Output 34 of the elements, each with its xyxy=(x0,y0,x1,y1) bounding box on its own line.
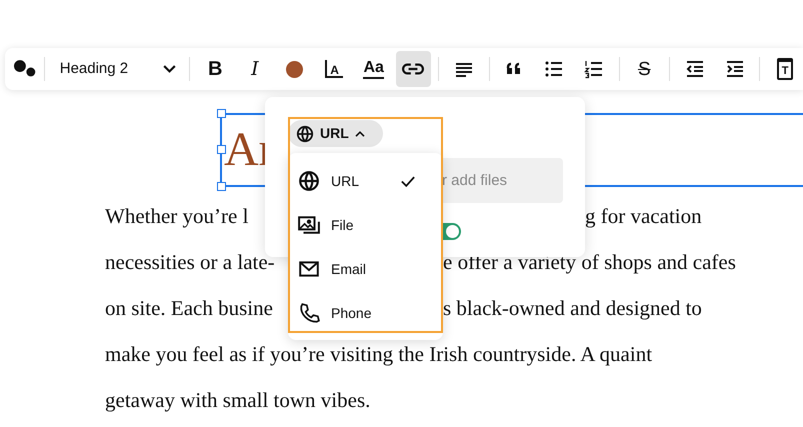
globe-icon xyxy=(298,170,320,192)
resize-handle[interactable] xyxy=(217,109,226,118)
outdent-icon xyxy=(684,59,705,79)
bold-button[interactable]: B xyxy=(197,51,234,87)
menu-item[interactable]: Phone xyxy=(288,291,443,335)
link-type-dropdown[interactable]: URL xyxy=(288,120,383,147)
paste-button[interactable]: T xyxy=(767,51,803,87)
paragraph-line: necessities or a late- xyxy=(105,249,276,276)
indent-icon xyxy=(724,59,744,79)
paragraph-line: getaway with small town vibes. xyxy=(105,387,370,414)
numbered-list-icon xyxy=(584,59,604,79)
menu-item[interactable]: URL xyxy=(288,159,443,203)
chevron-up-icon xyxy=(354,130,365,136)
paragraph-line: s black-owned and designed to xyxy=(443,295,702,322)
font-button[interactable]: Aa xyxy=(356,51,392,87)
globe-icon xyxy=(296,124,314,142)
text-size-button[interactable]: A xyxy=(316,51,352,87)
paragraph-line: on site. Each busine xyxy=(105,295,274,322)
paragraph-line: make you feel as if you’re visiting the Irish countryside. A quaint xyxy=(105,341,652,368)
strikethrough-button[interactable]: S xyxy=(626,51,662,87)
chevron-down-icon xyxy=(163,65,176,73)
phone-icon xyxy=(298,302,320,324)
menu-item[interactable]: File xyxy=(288,203,443,247)
link-button[interactable] xyxy=(396,51,432,87)
menu-item[interactable]: Email xyxy=(288,247,443,291)
resize-handle[interactable] xyxy=(217,145,226,154)
bullet-list-icon xyxy=(544,59,564,79)
text-style-dropdown[interactable]: Heading 2 xyxy=(52,51,182,87)
image-icon xyxy=(298,214,320,236)
resize-handle[interactable] xyxy=(217,182,226,191)
paragraph-line: g for vacation xyxy=(585,203,702,230)
logo-icon xyxy=(13,59,37,79)
italic-button[interactable]: I xyxy=(237,51,273,87)
paragraph-line: Whether you’re l xyxy=(105,203,250,230)
